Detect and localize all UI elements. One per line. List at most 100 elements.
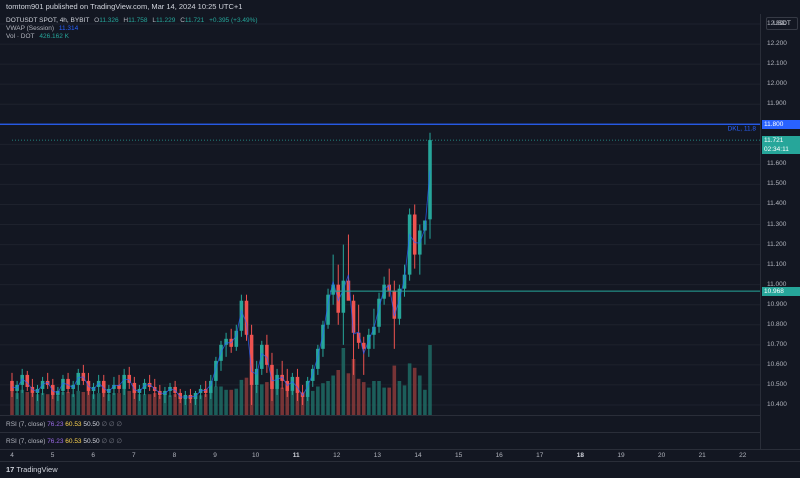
- volume-bar: [214, 386, 218, 415]
- volume-bar: [112, 393, 116, 415]
- volume-bar: [40, 393, 45, 415]
- vwap-legend[interactable]: VWAP (Session) 11.314: [6, 25, 81, 32]
- volume-bar: [173, 394, 177, 415]
- rsi-pane-2[interactable]: RSI (7, close) 76.23 60.53 50.50 ∅ ∅ ∅: [0, 432, 760, 450]
- volume-bar: [418, 375, 422, 415]
- price-tick: 11.600: [767, 160, 787, 168]
- volume-bar: [336, 370, 341, 415]
- candle-body: [50, 384, 55, 395]
- candlestick-chart[interactable]: DKL, 11.8: [0, 14, 760, 415]
- volume-bar: [45, 394, 50, 415]
- time-tick: 9: [213, 452, 217, 459]
- time-tick: 4: [10, 452, 14, 459]
- volume-bar: [239, 379, 244, 415]
- volume-bar: [412, 367, 417, 415]
- volume-bar: [20, 389, 24, 415]
- volume-bar: [96, 393, 101, 415]
- volume-bar: [147, 394, 152, 415]
- rsi-extra: ∅ ∅ ∅: [101, 438, 123, 445]
- vol-label: Vol · DOT: [6, 33, 35, 40]
- time-tick: 14: [414, 452, 422, 459]
- rsi-pane-1[interactable]: RSI (7, close) 76.23 60.53 50.50 ∅ ∅ ∅: [0, 415, 760, 433]
- volume-bar: [377, 381, 381, 415]
- candle-body: [224, 338, 228, 345]
- volume-bar: [361, 382, 366, 415]
- time-tick: 17: [536, 452, 544, 459]
- price-tick: 12.200: [767, 40, 787, 48]
- price-tick: 12.100: [767, 60, 787, 68]
- price-tick: 10.700: [767, 340, 787, 348]
- candle-body: [254, 368, 259, 385]
- rsi-value-3: 50.50: [83, 438, 100, 445]
- time-tick: 6: [91, 452, 95, 459]
- open-value: 11.326: [99, 17, 119, 24]
- volume-legend[interactable]: Vol · DOT 426.162 K: [6, 33, 72, 40]
- time-tick: 15: [454, 452, 463, 459]
- volume-bar: [71, 394, 75, 415]
- volume-bar: [203, 394, 208, 415]
- close-value: 11.721: [184, 17, 205, 24]
- volume-bar: [423, 389, 427, 415]
- tv-logo-mark: 17: [6, 465, 15, 474]
- rsi-value-3: 50.50: [83, 421, 100, 428]
- time-tick: 11: [292, 452, 300, 459]
- rsi-value-2: 60.53: [65, 421, 82, 428]
- time-tick: 10: [251, 452, 260, 459]
- volume-bar: [280, 387, 284, 415]
- price-tick: 12.300: [767, 20, 787, 28]
- high-value: 11.758: [128, 17, 148, 24]
- volume-bar: [234, 388, 239, 415]
- rsi-value-2: 60.53: [65, 438, 82, 445]
- price-tick: 10.900: [767, 300, 787, 308]
- volume-bar: [265, 382, 269, 415]
- volume-bar: [117, 393, 121, 415]
- rsi-value-1: 76.23: [47, 438, 64, 445]
- level-line-label: DKL, 11.8: [728, 125, 757, 132]
- volume-bar: [346, 373, 351, 415]
- time-tick: 12: [333, 452, 341, 459]
- price-tick: 11.900: [767, 100, 787, 108]
- candle-body: [275, 374, 279, 389]
- low-value: 11.229: [155, 17, 176, 24]
- volume-bar: [387, 387, 392, 415]
- candle-body: [234, 330, 239, 347]
- time-tick: 18: [576, 452, 585, 459]
- rsi-legend-1: RSI (7, close) 76.23 60.53 50.50 ∅ ∅ ∅: [6, 420, 122, 428]
- candle-body: [244, 300, 249, 335]
- price-axis[interactable]: USDT 12.30012.20012.10012.00011.90011.80…: [760, 14, 800, 449]
- volume-bar: [66, 392, 70, 415]
- main-chart-pane[interactable]: DKL, 11.8 DOTUSDT SPOT, 4h, BYBIT O11.32…: [0, 14, 760, 415]
- volume-bar: [127, 390, 132, 415]
- price-tick: 10.400: [767, 400, 787, 408]
- level-price-label: 11.800: [762, 120, 800, 130]
- time-tick: 5: [50, 452, 55, 459]
- volume-bar: [428, 345, 432, 415]
- candle-body: [290, 376, 295, 391]
- price-tick: 10.600: [767, 360, 787, 368]
- volume-bar: [341, 348, 346, 415]
- tradingview-logo[interactable]: 17 TradingView: [6, 465, 58, 474]
- candle-body: [76, 372, 81, 385]
- volume-bar: [326, 381, 330, 415]
- candle-body: [259, 344, 264, 369]
- volume-bar: [402, 385, 407, 415]
- volume-bar: [61, 392, 65, 415]
- volume-bar: [229, 389, 233, 415]
- rsi-extra: ∅ ∅ ∅: [101, 421, 123, 428]
- last-price-label: 11.721 02:34:11: [762, 136, 800, 155]
- candle-body: [10, 380, 14, 391]
- rsi-value-1: 76.23: [47, 421, 64, 428]
- time-tick: 8: [172, 452, 177, 459]
- bar-countdown: 02:34:11: [764, 146, 789, 154]
- volume-bar: [244, 377, 249, 415]
- support-price-label: 10.968: [762, 287, 800, 297]
- price-tick: 11.200: [767, 240, 787, 248]
- price-tick: 11.100: [767, 260, 787, 268]
- volume-bar: [81, 392, 86, 415]
- volume-bar: [76, 390, 81, 415]
- time-tick: 22: [739, 452, 747, 459]
- symbol-name[interactable]: DOTUSDT SPOT, 4h, BYBIT: [6, 17, 89, 24]
- volume-bar: [392, 365, 397, 415]
- candle-body: [122, 374, 126, 389]
- last-price-value: 11.721: [764, 137, 784, 145]
